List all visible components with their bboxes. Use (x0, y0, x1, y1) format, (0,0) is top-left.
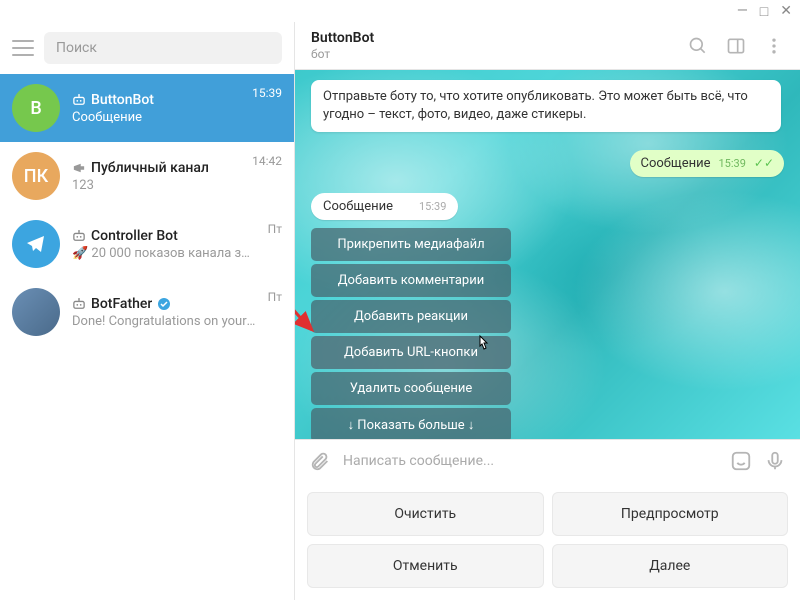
chat-time: 15:39 (252, 86, 282, 100)
search-input[interactable]: Поиск (44, 32, 282, 64)
kb-add-reactions[interactable]: Добавить реакции (311, 300, 511, 333)
messages-area: Отправьте боту то, что хотите опубликова… (295, 70, 800, 439)
kb-delete-message[interactable]: Удалить сообщение (311, 372, 511, 405)
btn-next[interactable]: Далее (552, 544, 789, 588)
chat-header: ButtonBot бот (295, 22, 800, 70)
window-minimize[interactable]: — (737, 3, 748, 19)
reply-keyboard: Очистить Предпросмотр Отменить Далее (295, 482, 800, 600)
bot-icon (72, 94, 86, 106)
menu-icon[interactable] (12, 40, 34, 56)
more-icon[interactable] (764, 36, 784, 56)
chat-subtitle: 🚀 20 000 показов канала за 11... (72, 246, 256, 261)
chat-time: Пт (268, 222, 282, 236)
chat-subtitle: Done! Congratulations on your n... (72, 314, 256, 329)
emoji-icon[interactable] (730, 450, 752, 472)
avatar (12, 220, 60, 268)
btn-preview[interactable]: Предпросмотр (552, 492, 789, 536)
message-time: 15:39 (419, 200, 446, 213)
chat-list: В ButtonBot Сообщение 15:39 ПК Публичный… (0, 74, 294, 600)
chat-subtitle: Сообщение (72, 110, 240, 125)
sidebar: Поиск В ButtonBot Сообщение 15:39 ПК (0, 22, 295, 600)
chat-title: Публичный канал (91, 160, 209, 176)
chat-title: BotFather (91, 296, 152, 312)
voice-icon[interactable] (764, 450, 786, 472)
avatar: ПК (12, 152, 60, 200)
chat-item-channel[interactable]: ПК Публичный канал 123 14:42 (0, 142, 294, 210)
message-input[interactable]: Написать сообщение... (343, 453, 718, 469)
verified-icon (157, 297, 171, 311)
chat-header-title: ButtonBot (311, 30, 688, 46)
message-text: Сообщение (323, 199, 393, 214)
bot-icon (72, 230, 86, 242)
chat-item-buttonbot[interactable]: В ButtonBot Сообщение 15:39 (0, 74, 294, 142)
chat-title: ButtonBot (91, 92, 154, 108)
outgoing-message[interactable]: Сообщение 15:39 ✓✓ (630, 150, 784, 177)
kb-add-url-buttons[interactable]: Добавить URL-кнопки (311, 336, 511, 369)
chat-header-subtitle: бот (311, 47, 688, 61)
kb-attach-media[interactable]: Прикрепить медиафайл (311, 228, 511, 261)
btn-cancel[interactable]: Отменить (307, 544, 544, 588)
read-checks-icon: ✓✓ (754, 156, 774, 170)
bot-icon (72, 298, 86, 310)
search-icon[interactable] (688, 36, 708, 56)
inline-keyboard: Прикрепить медиафайл Добавить комментари… (311, 228, 511, 439)
chat-item-botfather[interactable]: BotFather Done! Congratulations on your … (0, 278, 294, 346)
chat-subtitle: 123 (72, 178, 240, 193)
message-input-bar: Написать сообщение... (295, 439, 800, 482)
avatar: В (12, 84, 60, 132)
btn-clear[interactable]: Очистить (307, 492, 544, 536)
message-text: Сообщение (640, 156, 710, 171)
window-titlebar: — □ ✕ (0, 0, 800, 22)
chat-title: Controller Bot (91, 228, 178, 244)
chat-panel: ButtonBot бот Отправьте боту то, что хот… (295, 22, 800, 600)
attach-icon[interactable] (309, 450, 331, 472)
message-time: 15:39 (718, 157, 745, 170)
megaphone-icon (72, 162, 86, 174)
chat-time: Пт (268, 290, 282, 304)
avatar (12, 288, 60, 336)
window-close[interactable]: ✕ (780, 3, 792, 19)
sidepanel-icon[interactable] (726, 36, 746, 56)
chat-time: 14:42 (252, 154, 282, 168)
kb-show-more[interactable]: ↓ Показать больше ↓ (311, 408, 511, 439)
incoming-message[interactable]: Сообщение 15:39 (311, 193, 458, 220)
window-maximize[interactable]: □ (760, 3, 768, 20)
chat-item-controllerbot[interactable]: Controller Bot 🚀 20 000 показов канала з… (0, 210, 294, 278)
kb-add-comments[interactable]: Добавить комментарии (311, 264, 511, 297)
system-message: Отправьте боту то, что хотите опубликова… (311, 80, 781, 132)
